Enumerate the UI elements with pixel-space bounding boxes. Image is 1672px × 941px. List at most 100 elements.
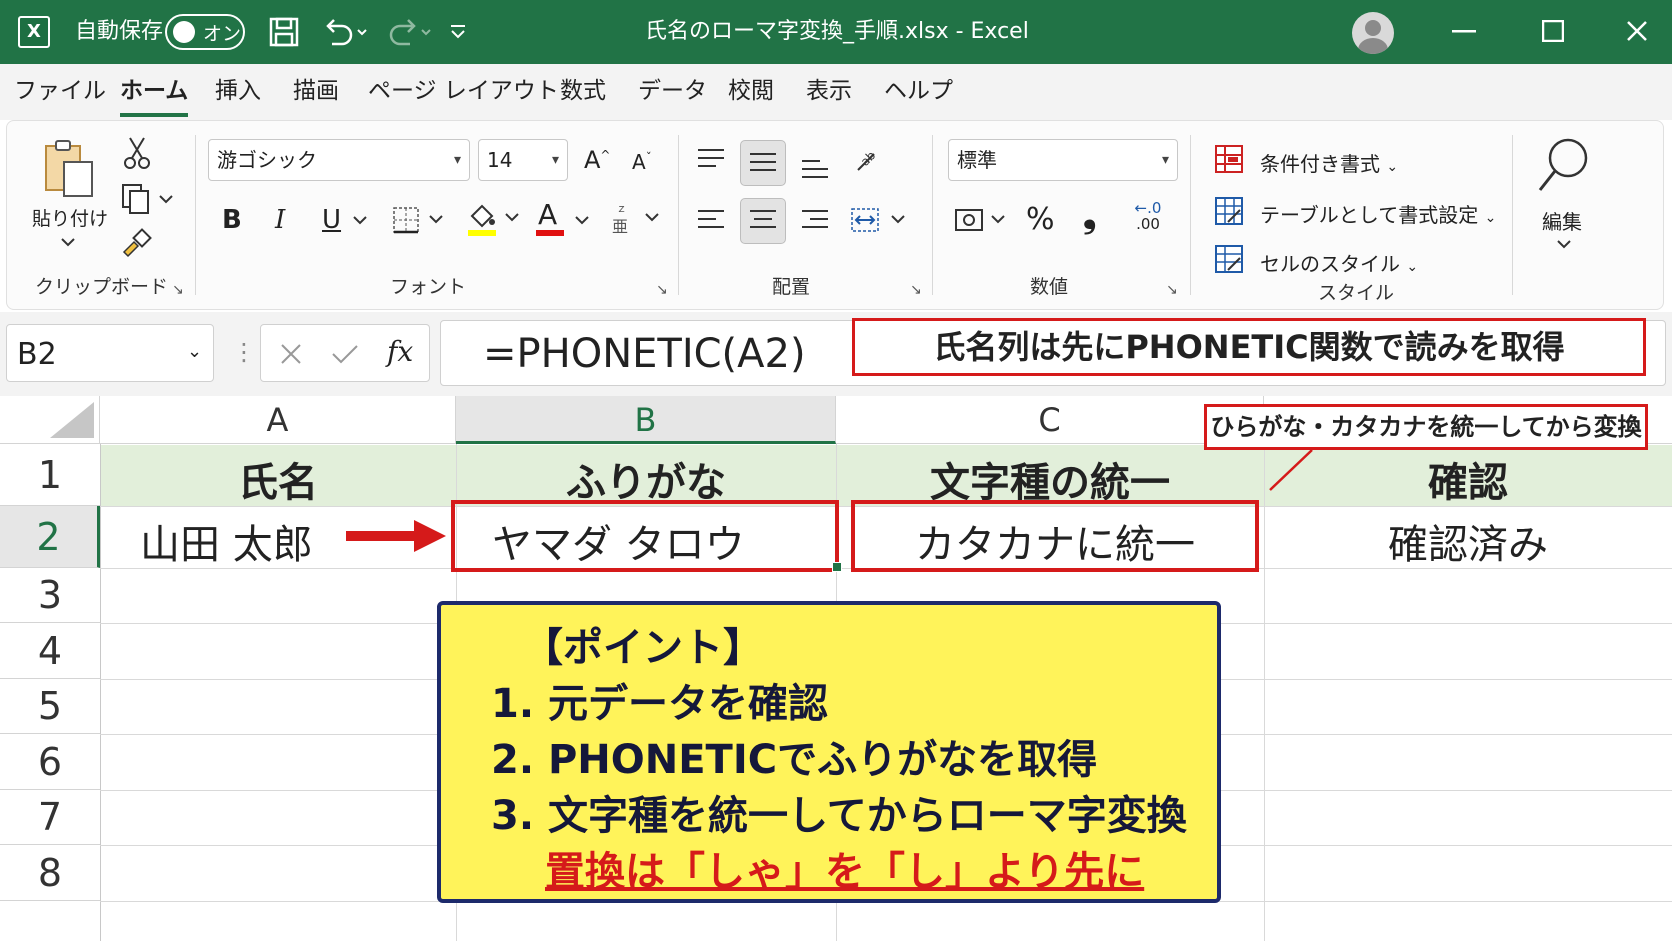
select-all-corner[interactable] (0, 396, 100, 444)
paste-dropdown-icon[interactable] (60, 236, 76, 248)
close-icon[interactable] (1626, 20, 1648, 42)
autosave-toggle[interactable]: オン (165, 14, 245, 50)
cell-c2[interactable]: カタカナに統一 (851, 512, 1259, 570)
number-format-select[interactable]: 標準 ▾ (948, 139, 1178, 181)
row-header-4[interactable]: 4 (0, 623, 100, 679)
confirm-entry-icon[interactable] (331, 342, 359, 366)
orientation-icon[interactable]: ab (852, 146, 882, 176)
cell-a2[interactable]: 山田 太郎 (140, 512, 340, 570)
merge-center-icon[interactable] (850, 206, 910, 236)
maximize-icon[interactable] (1542, 20, 1564, 42)
conditional-formatting-icon[interactable] (1214, 144, 1244, 174)
font-name-select[interactable]: 游ゴシック ▾ (208, 139, 470, 181)
cut-icon[interactable] (122, 136, 152, 170)
redo-icon[interactable] (382, 16, 434, 48)
row-header-5[interactable]: 5 (0, 679, 100, 734)
row-header-8[interactable]: 8 (0, 845, 100, 901)
cell-d2[interactable]: 確認済み (1264, 512, 1672, 570)
row-header-7[interactable]: 7 (0, 790, 100, 845)
underline-button[interactable]: U (322, 205, 341, 235)
row-header-1[interactable]: 1 (0, 444, 100, 506)
tab-view[interactable]: 表示 (806, 76, 852, 106)
chevron-down-icon: ▾ (551, 152, 559, 168)
tab-insert[interactable]: 挿入 (215, 76, 261, 106)
format-as-table-icon[interactable] (1214, 196, 1244, 226)
percent-button[interactable]: % (1026, 202, 1055, 237)
clipboard-launcher-icon[interactable]: ↘ (172, 282, 184, 298)
cell-d1[interactable]: 確認 (1264, 450, 1672, 508)
cell-b2[interactable]: ヤマダ タロウ (492, 512, 792, 570)
cell-a1[interactable]: 氏名 (100, 450, 456, 508)
callout-pointer-line (1269, 449, 1313, 491)
row-header-6[interactable]: 6 (0, 734, 100, 790)
increase-decimal-button[interactable]: ←.0.00 (1128, 200, 1168, 232)
ribbon-separator (195, 135, 196, 295)
row-header-3[interactable]: 3 (0, 568, 100, 623)
customize-qat-icon[interactable] (448, 22, 468, 42)
tab-home[interactable]: ホーム (120, 76, 188, 106)
tab-review[interactable]: 校閲 (728, 76, 774, 106)
cell-styles-icon[interactable] (1214, 244, 1244, 274)
bold-button[interactable]: B (222, 205, 242, 235)
font-launcher-icon[interactable]: ↘ (656, 282, 668, 298)
formula-controls: fx (260, 324, 430, 382)
editing-dropdown-icon[interactable] (1556, 238, 1572, 250)
tab-page-layout[interactable]: ページ レイアウト (368, 76, 559, 106)
format-painter-icon[interactable] (120, 228, 152, 260)
tab-help[interactable]: ヘルプ (884, 76, 953, 106)
font-color-button[interactable]: A (538, 198, 557, 231)
name-box[interactable]: B2 ⌄ (6, 324, 214, 382)
align-left-icon[interactable] (698, 210, 724, 234)
comma-style-button[interactable]: ❟ (1083, 196, 1096, 236)
tab-draw[interactable]: 描画 (293, 76, 339, 106)
search-icon[interactable] (1534, 134, 1594, 198)
borders-icon[interactable] (392, 206, 446, 236)
format-as-table-button[interactable]: テーブルとして書式設定 ⌄ (1260, 199, 1496, 228)
italic-button[interactable]: I (275, 205, 285, 235)
ribbon-separator (1512, 135, 1513, 295)
conditional-formatting-button[interactable]: 条件付き書式 ⌄ (1260, 148, 1398, 177)
font-color-dropdown-icon[interactable] (574, 214, 590, 226)
tab-file[interactable]: ファイル (14, 76, 106, 106)
column-header-c[interactable]: C (836, 396, 1264, 444)
tab-data[interactable]: データ (638, 76, 707, 106)
cancel-entry-icon[interactable] (279, 342, 303, 366)
align-right-icon[interactable] (802, 210, 828, 234)
chevron-down-icon: ⌄ (1386, 159, 1399, 175)
save-icon[interactable] (268, 16, 300, 48)
phonetic-guide-icon[interactable]: ｚ亜 (610, 200, 664, 236)
excel-icon[interactable]: X (18, 16, 50, 48)
insert-function-button[interactable]: fx (387, 335, 413, 368)
paste-label[interactable]: 貼り付け (32, 204, 108, 231)
align-top-icon[interactable] (698, 149, 724, 173)
editing-label[interactable]: 編集 (1542, 206, 1582, 235)
paste-icon[interactable] (40, 138, 96, 198)
alignment-launcher-icon[interactable]: ↘ (910, 282, 922, 298)
accounting-format-icon[interactable] (954, 206, 1014, 236)
fill-color-icon[interactable] (466, 200, 524, 238)
styles-group-label: スタイル (1318, 282, 1395, 304)
grow-font-button[interactable]: A^ (584, 146, 610, 174)
point-title: 【ポイント】 (523, 625, 763, 671)
column-header-b[interactable]: B (456, 396, 836, 444)
shrink-font-button[interactable]: Aˇ (632, 150, 652, 174)
number-launcher-icon[interactable]: ↘ (1166, 282, 1178, 298)
align-center-icon (750, 210, 776, 234)
underline-dropdown-icon[interactable] (352, 214, 368, 226)
ribbon-separator (1190, 135, 1191, 295)
chevron-down-icon: ⌄ (187, 341, 203, 362)
row-header-border (100, 444, 101, 941)
user-avatar[interactable] (1352, 12, 1394, 54)
fill-handle[interactable] (832, 562, 842, 572)
font-size-select[interactable]: 14 ▾ (478, 139, 568, 181)
minimize-icon[interactable] (1452, 30, 1476, 34)
cell-styles-button[interactable]: セルのスタイル ⌄ (1260, 248, 1418, 277)
copy-icon[interactable] (120, 182, 176, 214)
align-middle-icon (750, 153, 776, 177)
more-options-icon[interactable]: ⋮ (232, 338, 256, 366)
row-header-2[interactable]: 2 (0, 506, 100, 568)
column-header-a[interactable]: A (100, 396, 456, 444)
undo-icon[interactable] (320, 16, 372, 48)
tab-formulas[interactable]: 数式 (560, 76, 606, 106)
align-bottom-icon[interactable] (802, 160, 828, 184)
